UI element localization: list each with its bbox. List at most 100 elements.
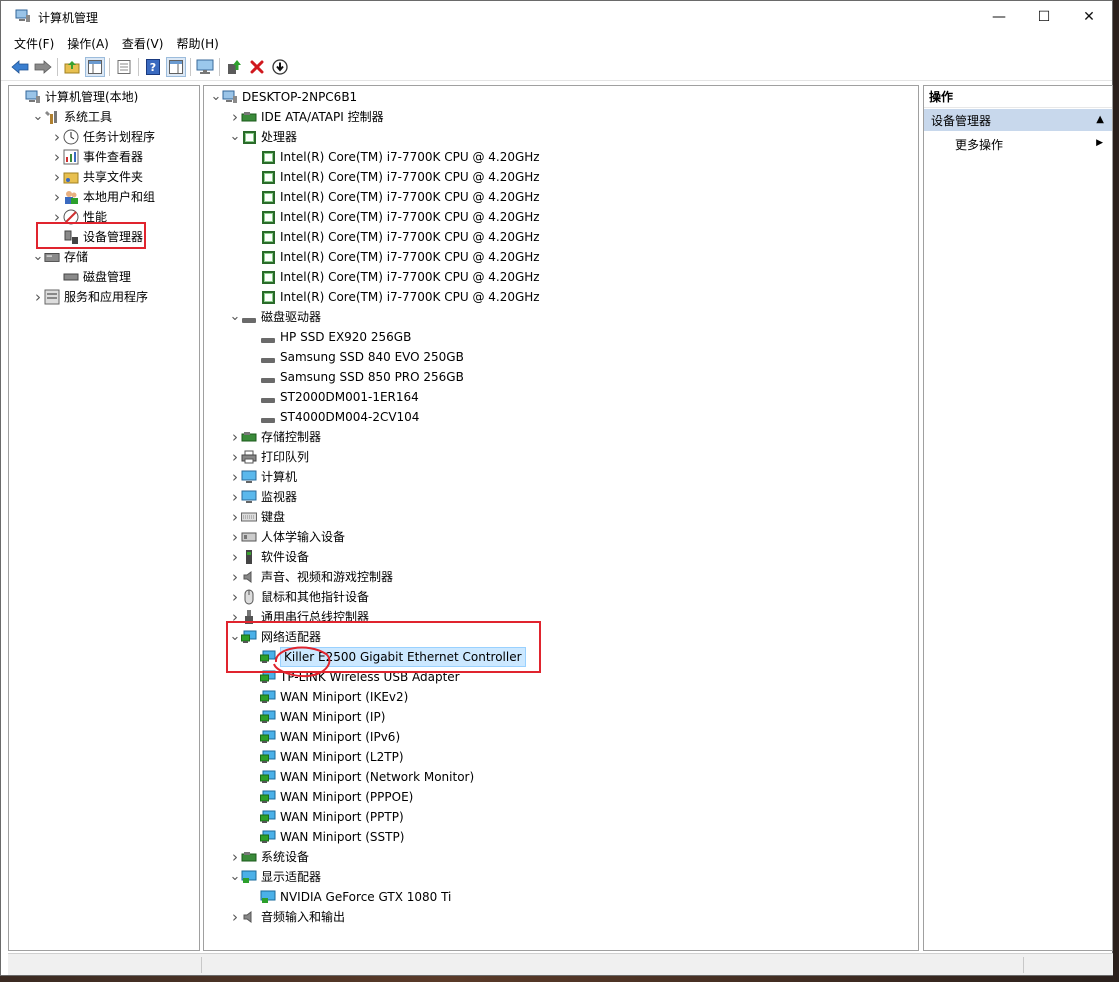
tree-item-label: 音频输入和输出	[261, 910, 346, 924]
collapsed-chevron-icon[interactable]: ›	[51, 188, 63, 206]
collapsed-chevron-icon[interactable]: ›	[51, 128, 63, 146]
console-tree-item[interactable]: ⌄ 系统工具	[32, 107, 112, 127]
device-tree-item[interactable]: WAN Miniport (IP)	[248, 707, 385, 727]
expanded-chevron-icon[interactable]: ⌄	[32, 250, 44, 263]
device-tree-item[interactable]: WAN Miniport (Network Monitor)	[248, 767, 474, 787]
update-driver-button[interactable]	[224, 57, 244, 77]
console-tree-item[interactable]: › 事件查看器	[51, 147, 143, 167]
expanded-chevron-icon[interactable]: ⌄	[32, 110, 44, 123]
device-tree-item[interactable]: WAN Miniport (IPv6)	[248, 727, 400, 747]
tree-item-label: 监视器	[261, 490, 298, 504]
console-tree-item[interactable]: ⌄ 存储	[32, 247, 88, 267]
device-tree-item[interactable]: ST4000DM004-2CV104	[248, 407, 419, 427]
collapsed-chevron-icon[interactable]: ›	[229, 848, 241, 866]
device-tree-item[interactable]: Intel(R) Core(TM) i7-7700K CPU @ 4.20GHz	[248, 167, 540, 187]
collapsed-chevron-icon[interactable]: ›	[229, 448, 241, 466]
show-action-pane-button[interactable]	[166, 57, 186, 77]
expanded-chevron-icon[interactable]: ⌄	[229, 130, 241, 143]
menu-file[interactable]: 文件(F)	[9, 35, 59, 52]
device-tree-item[interactable]: ⌄ 磁盘驱动器	[229, 307, 321, 327]
device-tree-item[interactable]: WAN Miniport (IKEv2)	[248, 687, 408, 707]
expanded-chevron-icon[interactable]: ⌄	[229, 870, 241, 883]
help-button[interactable]: ?	[143, 57, 163, 77]
device-tree-item[interactable]: › 声音、视频和游戏控制器	[229, 567, 393, 587]
show-tree-button[interactable]	[85, 57, 105, 77]
tree-item-label: ST2000DM001-1ER164	[280, 390, 419, 404]
device-tree-item[interactable]: › 系统设备	[229, 847, 309, 867]
minimize-button[interactable]: —	[976, 1, 1022, 32]
device-tree-item[interactable]: Intel(R) Core(TM) i7-7700K CPU @ 4.20GHz	[248, 267, 540, 287]
console-tree-item[interactable]: › 共享文件夹	[51, 167, 143, 187]
device-tree-item[interactable]: WAN Miniport (PPPOE)	[248, 787, 413, 807]
collapsed-chevron-icon[interactable]: ›	[229, 508, 241, 526]
expanded-chevron-icon[interactable]: ⌄	[229, 310, 241, 323]
actions-section-device-manager[interactable]: 设备管理器 ▲	[924, 109, 1112, 131]
device-tree-item[interactable]: › 键盘	[229, 507, 285, 527]
device-tree-item[interactable]: › 软件设备	[229, 547, 309, 567]
no-expander	[248, 191, 260, 203]
device-tree-item[interactable]: Intel(R) Core(TM) i7-7700K CPU @ 4.20GHz	[248, 187, 540, 207]
console-tree-item[interactable]: › 本地用户和组	[51, 187, 155, 207]
collapsed-chevron-icon[interactable]: ›	[51, 148, 63, 166]
device-tree-item[interactable]: ⌄ 处理器	[229, 127, 297, 147]
collapsed-chevron-icon[interactable]: ›	[229, 468, 241, 486]
device-tree-item[interactable]: ⌄ 显示适配器	[229, 867, 321, 887]
device-tree-item[interactable]: › 打印队列	[229, 447, 309, 467]
collapsed-chevron-icon[interactable]: ›	[229, 488, 241, 506]
scan-hardware-button[interactable]	[195, 57, 215, 77]
enable-device-button[interactable]	[270, 57, 290, 77]
device-tree-item[interactable]: Samsung SSD 850 PRO 256GB	[248, 367, 464, 387]
close-button[interactable]: ✕	[1066, 1, 1112, 32]
console-tree-item[interactable]: › 服务和应用程序	[32, 287, 148, 307]
device-tree-item[interactable]: › 存储控制器	[229, 427, 321, 447]
console-tree-item[interactable]: 计算机管理(本地)	[13, 87, 138, 107]
collapsed-chevron-icon[interactable]: ›	[229, 568, 241, 586]
console-tree-item[interactable]: › 任务计划程序	[51, 127, 155, 147]
device-tree-item[interactable]: HP SSD EX920 256GB	[248, 327, 411, 347]
device-tree-item[interactable]: WAN Miniport (L2TP)	[248, 747, 404, 767]
submenu-arrow-icon[interactable]: ▶	[1096, 138, 1103, 148]
tree-item-label: WAN Miniport (SSTP)	[280, 830, 405, 844]
device-tree-item[interactable]: › 计算机	[229, 467, 297, 487]
up-level-button[interactable]	[62, 57, 82, 77]
device-tree-item[interactable]: › 音频输入和输出	[229, 907, 345, 927]
menu-view[interactable]: 查看(V)	[117, 35, 169, 52]
menu-help[interactable]: 帮助(H)	[171, 35, 223, 52]
maximize-button[interactable]: ☐	[1021, 1, 1067, 32]
device-tree-item[interactable]: Intel(R) Core(TM) i7-7700K CPU @ 4.20GHz	[248, 147, 540, 167]
device-tree-item[interactable]: Intel(R) Core(TM) i7-7700K CPU @ 4.20GHz	[248, 207, 540, 227]
device-tree-item[interactable]: WAN Miniport (SSTP)	[248, 827, 404, 847]
forward-button[interactable]	[33, 57, 53, 77]
collapsed-chevron-icon[interactable]: ›	[229, 588, 241, 606]
device-tree-item[interactable]: ⌄ DESKTOP-2NPC6B1	[210, 87, 358, 107]
properties-button[interactable]	[114, 57, 134, 77]
collapsed-chevron-icon[interactable]: ›	[229, 428, 241, 446]
back-button[interactable]	[10, 57, 30, 77]
device-tree-item[interactable]: Intel(R) Core(TM) i7-7700K CPU @ 4.20GHz	[248, 287, 540, 307]
expanded-chevron-icon[interactable]: ⌄	[210, 90, 222, 103]
collapsed-chevron-icon[interactable]: ›	[229, 548, 241, 566]
collapsed-chevron-icon[interactable]: ›	[32, 288, 44, 306]
tree-item-label: 打印队列	[261, 450, 310, 464]
device-tree-item[interactable]: › 监视器	[229, 487, 297, 507]
device-tree-item[interactable]: WAN Miniport (PPTP)	[248, 807, 404, 827]
device-tree-item[interactable]: Intel(R) Core(TM) i7-7700K CPU @ 4.20GHz	[248, 247, 540, 267]
device-tree-item[interactable]: NVIDIA GeForce GTX 1080 Ti	[248, 887, 451, 907]
more-actions-item[interactable]: 更多操作	[955, 136, 1003, 153]
device-tree-item[interactable]: Samsung SSD 840 EVO 250GB	[248, 347, 464, 367]
tree-item-label: ST4000DM004-2CV104	[280, 410, 420, 424]
uninstall-device-button[interactable]	[247, 57, 267, 77]
device-tree-item[interactable]: › 人体学输入设备	[229, 527, 345, 547]
device-tree-item[interactable]: Intel(R) Core(TM) i7-7700K CPU @ 4.20GHz	[248, 227, 540, 247]
collapsed-chevron-icon[interactable]: ›	[229, 528, 241, 546]
collapsed-chevron-icon[interactable]: ›	[229, 908, 241, 926]
console-tree-item[interactable]: 磁盘管理	[51, 267, 131, 287]
device-tree-item[interactable]: › IDE ATA/ATAPI 控制器	[229, 107, 384, 127]
collapse-up-icon[interactable]: ▲	[1096, 114, 1104, 125]
collapsed-chevron-icon[interactable]: ›	[51, 168, 63, 186]
device-tree-item[interactable]: ST2000DM001-1ER164	[248, 387, 419, 407]
no-expander	[248, 151, 260, 163]
collapsed-chevron-icon[interactable]: ›	[229, 108, 241, 126]
menu-action[interactable]: 操作(A)	[62, 35, 114, 52]
device-tree-item[interactable]: › 鼠标和其他指针设备	[229, 587, 369, 607]
